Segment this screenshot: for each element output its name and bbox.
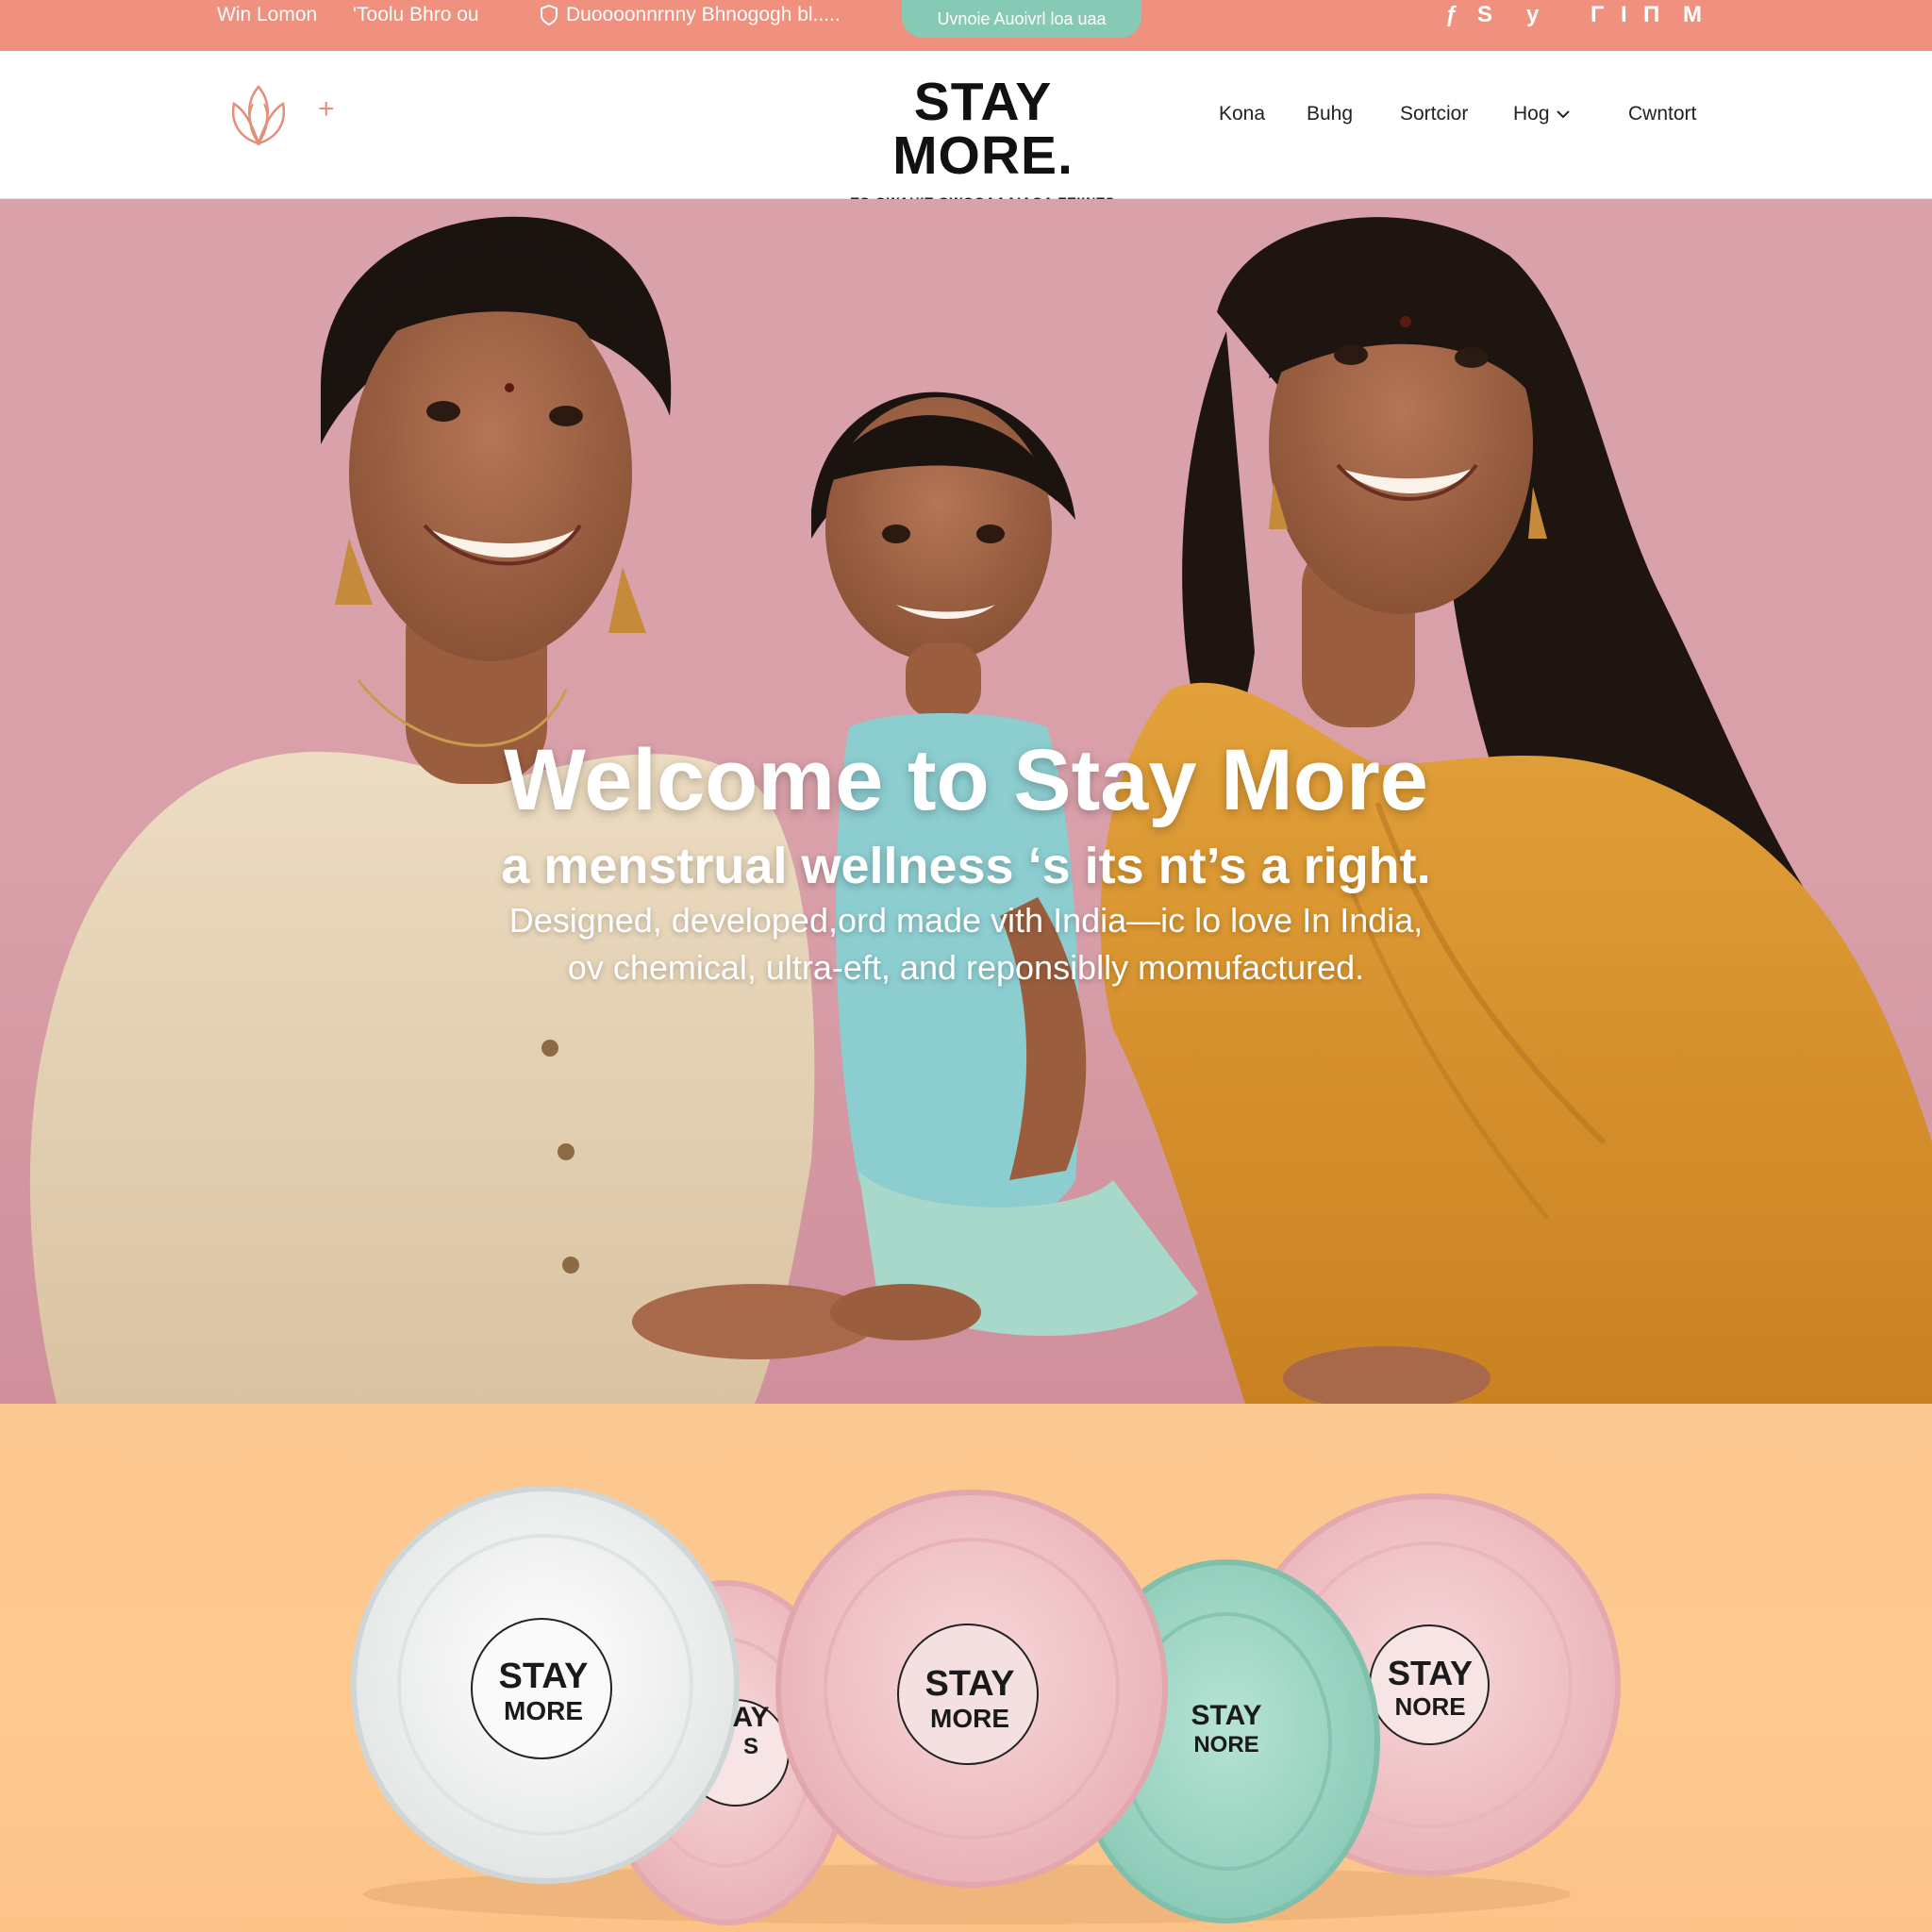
- nav-item-stories[interactable]: Sortcior: [1400, 103, 1468, 125]
- left-woman-face: [349, 284, 632, 661]
- logo-text: STAY MORE.: [892, 72, 1074, 186]
- announcement-cta-button[interactable]: Uvnoie Auoivrl loa uaa: [902, 0, 1141, 38]
- pad-label-pink: STAY MORE: [921, 1666, 1019, 1732]
- pad-label-bottom: NORE: [1193, 1732, 1259, 1757]
- nav-item-contact[interactable]: Cwntort: [1628, 103, 1696, 125]
- s2-icon[interactable]: S: [1477, 2, 1492, 28]
- lotus-icon[interactable]: [225, 81, 292, 149]
- pad-label-top: AY: [732, 1702, 770, 1733]
- pad-label-pink-small: AY S: [732, 1704, 770, 1758]
- pad-label-white: STAY MORE: [494, 1658, 592, 1724]
- pad-label-bottom: MORE: [504, 1696, 583, 1725]
- nav-label: Kona: [1219, 103, 1266, 125]
- hero-section: Welcome to Stay More a menstrual wellnes…: [0, 199, 1932, 1404]
- hero-title: Welcome to Stay More: [504, 732, 1428, 828]
- pad-label-bottom: S: [742, 1734, 758, 1759]
- pad-label-top: STAY: [498, 1657, 589, 1696]
- pad-label-top: STAY: [1191, 1700, 1262, 1731]
- brand-logo[interactable]: STAY MORE. TO OWAUIT OWOOAAAIAOA ETIINTS: [823, 72, 1143, 210]
- pad-label-mint: STAY NORE: [1179, 1702, 1274, 1757]
- site-header: + STAY MORE. TO OWAUIT OWOOAAAIAOA ETIIN…: [0, 51, 1932, 209]
- hero-subtitle: a menstrual wellness ‘s its nt’s a right…: [501, 838, 1431, 894]
- announcement-text-3: Duoooonnrnny Bhnogogh bl.....: [540, 4, 841, 26]
- s1-icon[interactable]: ƒ: [1445, 2, 1457, 28]
- announcement-text-2: 'Toolu Bhro ou: [353, 4, 479, 25]
- pad-label-pink-right: STAY NORE: [1383, 1654, 1477, 1721]
- hero-body-line-2: ov chemical, ultra-eft, and reponsiblly …: [567, 948, 1365, 987]
- nav-item-shop[interactable]: Buhg: [1307, 103, 1353, 125]
- pad-label-top: STAY: [924, 1664, 1015, 1704]
- shield-icon: [541, 5, 558, 25]
- plus-icon[interactable]: +: [318, 95, 335, 124]
- nav-label: Hog: [1513, 103, 1550, 125]
- s4-icon[interactable]: Γ: [1591, 2, 1604, 28]
- s7-icon[interactable]: M: [1683, 2, 1702, 28]
- s5-icon[interactable]: I: [1621, 2, 1627, 28]
- pad-label-bottom: MORE: [930, 1704, 1009, 1733]
- hero-body-line-1: Designed, developed,ord made vith India—…: [508, 901, 1424, 940]
- nav-label: Cwntort: [1628, 103, 1697, 125]
- nav-label: Buhg: [1307, 103, 1354, 125]
- product-section: STAY MORE AY S STAY MORE STAY NORE STAY …: [0, 1404, 1932, 1932]
- chevron-down-icon: [1556, 110, 1570, 119]
- announcement-text-3-label: Duoooonnrnny Bhnogogh bl.....: [566, 4, 841, 25]
- announcement-text-1: Win Lomon: [217, 4, 318, 25]
- announcement-bar: Win Lomon 'Toolu Bhro ou Duoooonnrnny Bh…: [0, 0, 1932, 51]
- hero-body: Designed, developed,ord made vith India—…: [400, 897, 1532, 991]
- nav-item-home[interactable]: Kona: [1219, 103, 1265, 125]
- nav-label: Sortcior: [1400, 103, 1469, 125]
- nav-item-blog[interactable]: Hog: [1513, 103, 1571, 125]
- s6-icon[interactable]: Π: [1643, 2, 1659, 28]
- s3-icon[interactable]: y: [1526, 2, 1539, 28]
- pad-label-top: STAY: [1387, 1654, 1474, 1692]
- pad-label-bottom: NORE: [1394, 1692, 1466, 1721]
